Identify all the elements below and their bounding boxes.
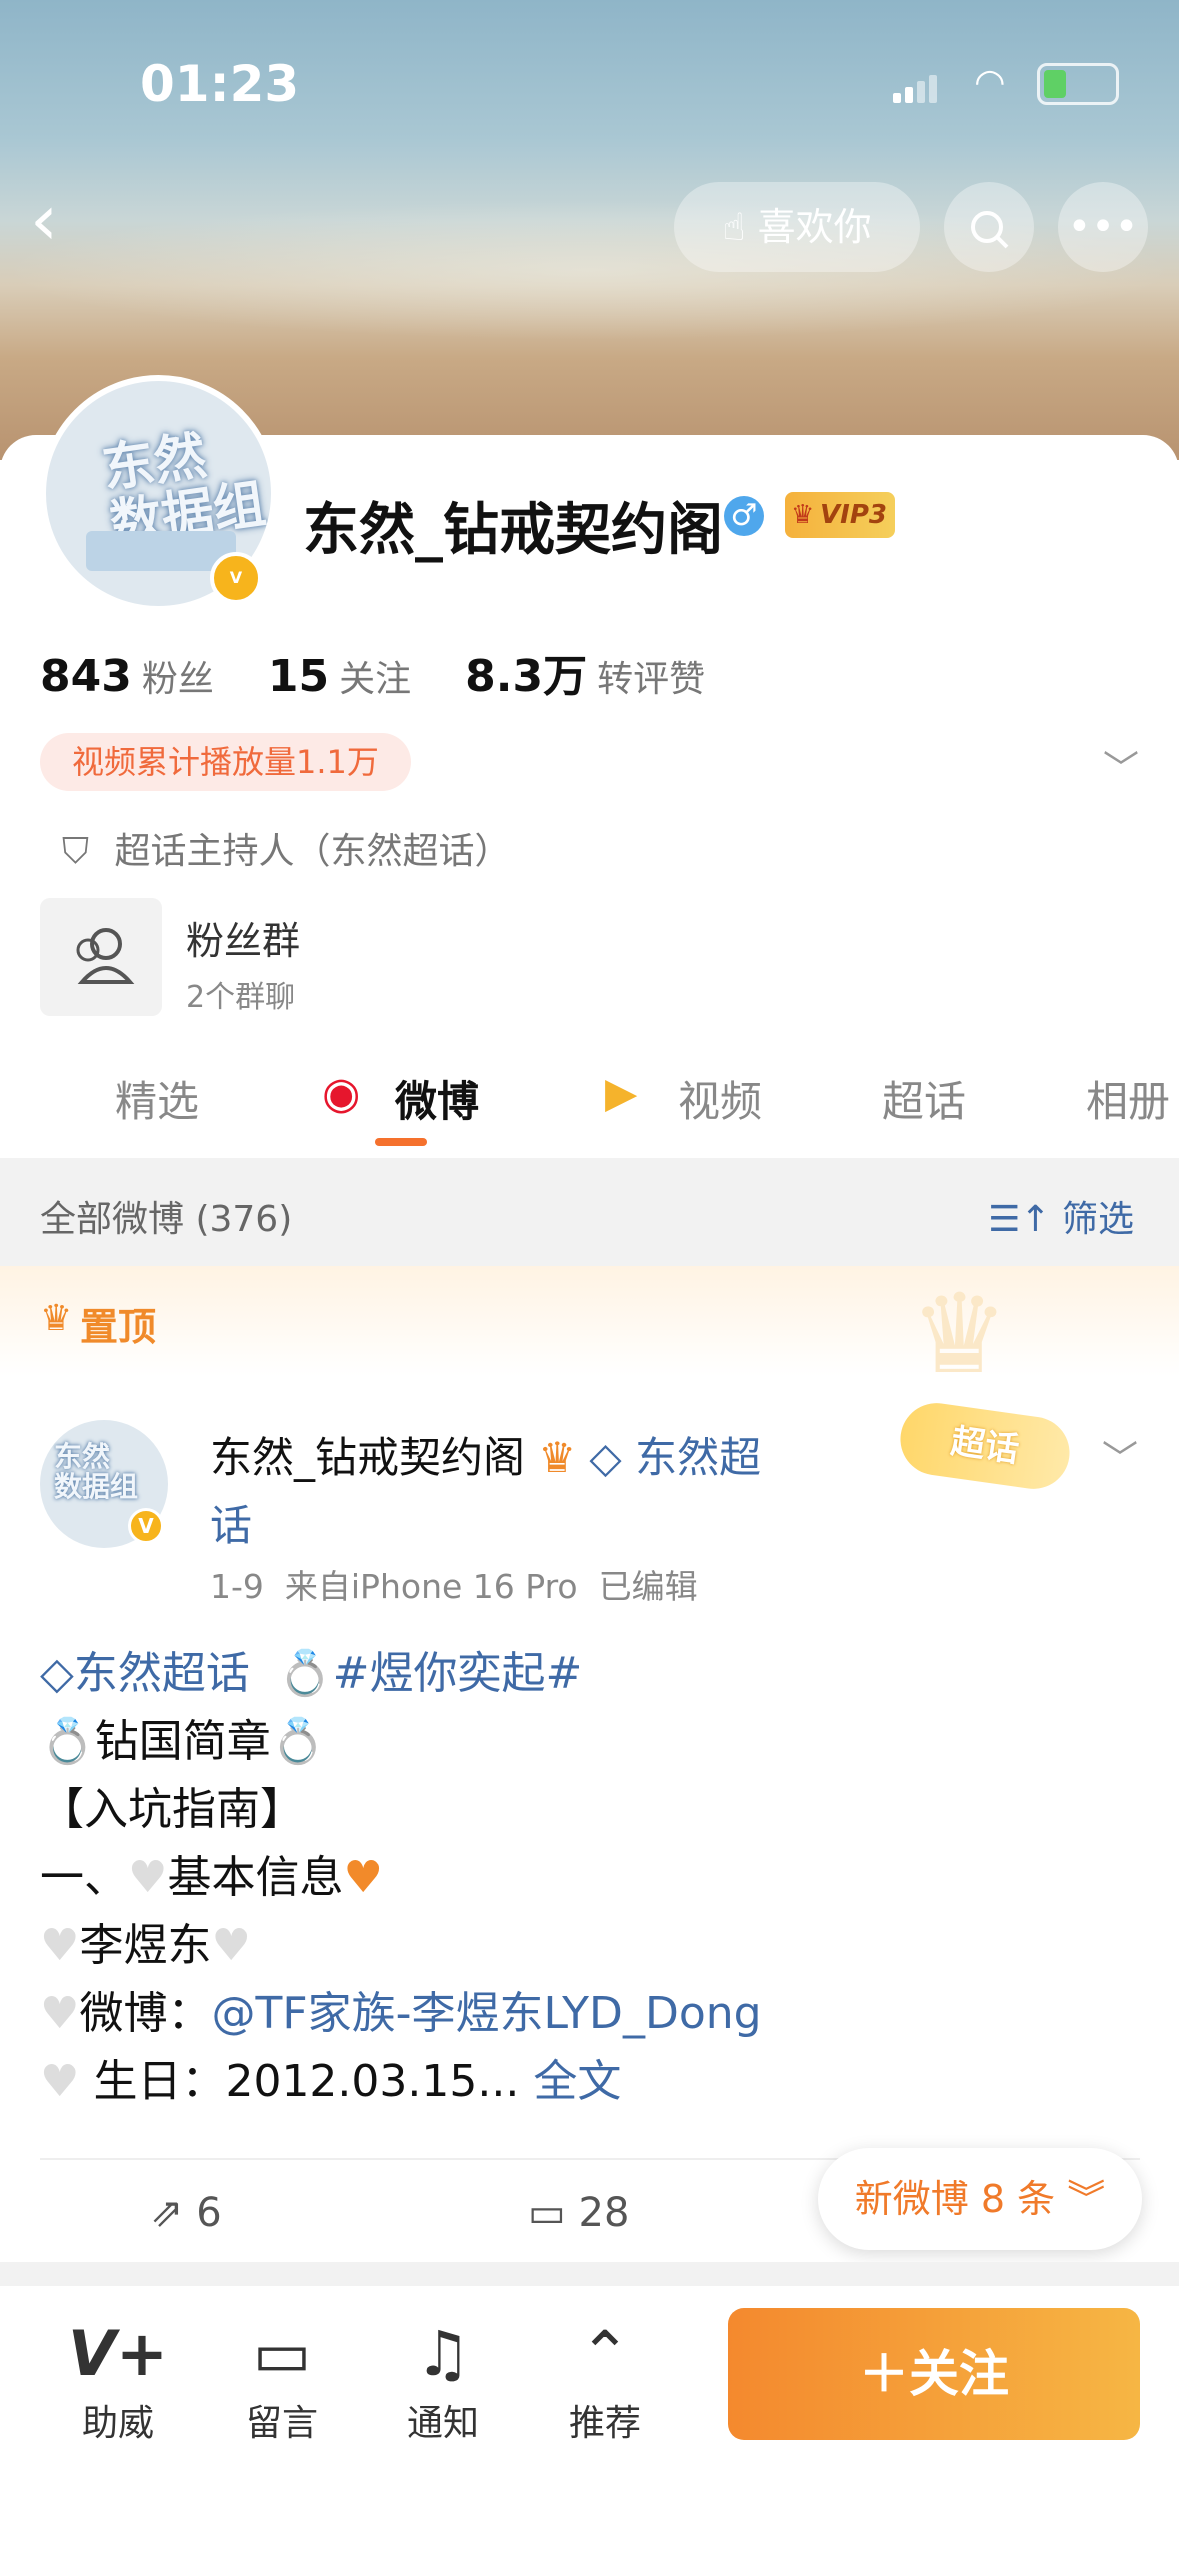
ring-icon: 💍	[270, 1716, 326, 1767]
message-button[interactable]: ▭ 留言	[222, 2314, 342, 2446]
host-info[interactable]: ⛉ 超话主持人（东然超话）	[62, 822, 510, 874]
status-icons: ◠	[892, 62, 1119, 105]
white-heart-icon: ♥	[211, 1920, 251, 1971]
hand-icon: ☝	[722, 205, 746, 249]
tab-weibo[interactable]: 微博	[395, 1068, 479, 1129]
follow-button[interactable]: ＋关注	[728, 2308, 1140, 2440]
tab-video[interactable]: 视频	[678, 1068, 762, 1129]
message-icon: ▭	[252, 2317, 312, 2390]
post-topic-link[interactable]: 东然超	[635, 1433, 761, 1482]
pin-crown-icon: ♛	[40, 1298, 73, 1339]
tab-active-indicator	[375, 1138, 427, 1146]
verified-badge-icon: V	[210, 552, 262, 604]
shield-icon: ⛉	[62, 831, 90, 872]
fan-group-icon-box[interactable]	[40, 898, 162, 1016]
weibo-logo-icon: ◉	[322, 1068, 361, 1119]
profile-stats: 843 粉丝 15 关注 8.3万 转评赞	[40, 640, 745, 704]
recommend-button[interactable]: ⌃ 推荐	[545, 2314, 665, 2446]
video-tab-icon: ▶	[605, 1068, 638, 1117]
comment-icon: ▭	[528, 2190, 566, 2236]
white-heart-icon: ♥	[40, 1988, 80, 2039]
search-icon	[971, 211, 1009, 249]
repost-icon: ⇗	[150, 2190, 184, 2236]
crown-badge-icon: ♛	[538, 1433, 577, 1482]
video-play-count-tag[interactable]: 视频累计播放量1.1万	[40, 733, 411, 791]
filter-icon: ☰↑	[988, 1199, 1051, 1240]
post-topic-link-cont[interactable]: 话	[210, 1492, 252, 1553]
post-verified-icon: V	[128, 1508, 164, 1544]
filter-button[interactable]: ☰↑ 筛选	[988, 1190, 1134, 1242]
stat-engagement[interactable]: 8.3万 转评赞	[465, 651, 745, 702]
tab-featured[interactable]: 精选	[115, 1068, 199, 1129]
ring-icon: 💍	[40, 1716, 95, 1767]
topic-link[interactable]: 东然超话	[74, 1648, 250, 1699]
profile-name: 东然_钻戒契约阁	[303, 498, 723, 563]
people-icon	[76, 928, 135, 984]
cheer-button[interactable]: V+ 助威	[58, 2314, 178, 2446]
more-icon: •••	[1067, 204, 1139, 250]
post-author-line[interactable]: 东然_钻戒契约阁 ♛ ◇ 东然超	[210, 1424, 761, 1485]
white-heart-icon: ♥	[40, 2056, 80, 2107]
tab-supertopic[interactable]: 超话	[882, 1068, 966, 1129]
post-meta: 1-9 来自iPhone 16 Pro 已编辑	[210, 1567, 698, 1606]
ring-icon: 💍	[277, 1648, 333, 1699]
stat-following[interactable]: 15 关注	[268, 651, 451, 702]
hashtag-link[interactable]: #煜你奕起#	[333, 1648, 583, 1699]
expand-chevron-icon[interactable]: ﹀	[1103, 740, 1139, 792]
back-button[interactable]: ‹	[30, 185, 80, 255]
cheer-icon: V+	[68, 2317, 168, 2390]
fan-group-subtitle: 2个群聊	[186, 980, 296, 1015]
recommend-icon: ⌃	[579, 2317, 631, 2390]
battery-icon	[1037, 63, 1119, 105]
plus-icon: ＋	[859, 2345, 909, 2403]
fan-group-title[interactable]: 粉丝群	[186, 910, 300, 965]
like-you-button[interactable]: ☝ 喜欢你	[674, 182, 920, 272]
bell-icon: ♫	[415, 2317, 471, 2390]
white-heart-icon: ♥	[40, 1920, 80, 1971]
section-gap	[0, 2262, 1179, 2286]
new-posts-button[interactable]: 新微博 8 条 ︾	[818, 2148, 1142, 2250]
pinned-label: 置顶	[80, 1305, 157, 1349]
crown-icon: ♛	[791, 500, 815, 530]
diamond-icon: ◇	[40, 1648, 74, 1699]
double-chevron-down-icon: ︾	[1067, 2177, 1106, 2221]
read-more-link[interactable]: 全文	[533, 2056, 621, 2107]
orange-heart-icon: ♥	[343, 1852, 383, 1903]
tab-album[interactable]: 相册	[1086, 1068, 1170, 1129]
mention-link[interactable]: @TF家族-李煜东LYD_Dong	[211, 1988, 761, 2039]
repost-button[interactable]: ⇗ 6	[150, 2190, 222, 2236]
search-button[interactable]	[944, 182, 1034, 272]
status-time: 01:23	[140, 55, 300, 113]
more-button[interactable]: •••	[1058, 182, 1148, 272]
notify-button[interactable]: ♫ 通知	[383, 2314, 503, 2446]
post-body[interactable]: ◇东然超话 💍#煜你奕起# 💍钻国简章💍 【入坑指南】 一、♥基本信息♥ ♥李煜…	[40, 1640, 1140, 2116]
decorative-crown-icon: ♛	[910, 1270, 1009, 1398]
post-menu-chevron-icon[interactable]: ﹀	[1102, 1430, 1138, 1482]
all-posts-count: 全部微博 (376)	[40, 1199, 293, 1240]
comment-button[interactable]: ▭ 28	[528, 2190, 629, 2236]
male-gender-icon: ♂	[724, 496, 764, 536]
avatar-small-text: 东然 数据组	[54, 1440, 139, 1503]
stat-followers[interactable]: 843 粉丝	[40, 651, 254, 702]
like-you-label: 喜欢你	[757, 205, 872, 249]
white-heart-icon: ♥	[128, 1852, 168, 1903]
vip-badge[interactable]: ♛ VIP3	[785, 492, 895, 538]
topic-diamond-icon: ◇	[589, 1433, 622, 1482]
wifi-icon: ◠	[974, 62, 1006, 103]
cellular-signal-icon	[892, 62, 941, 103]
